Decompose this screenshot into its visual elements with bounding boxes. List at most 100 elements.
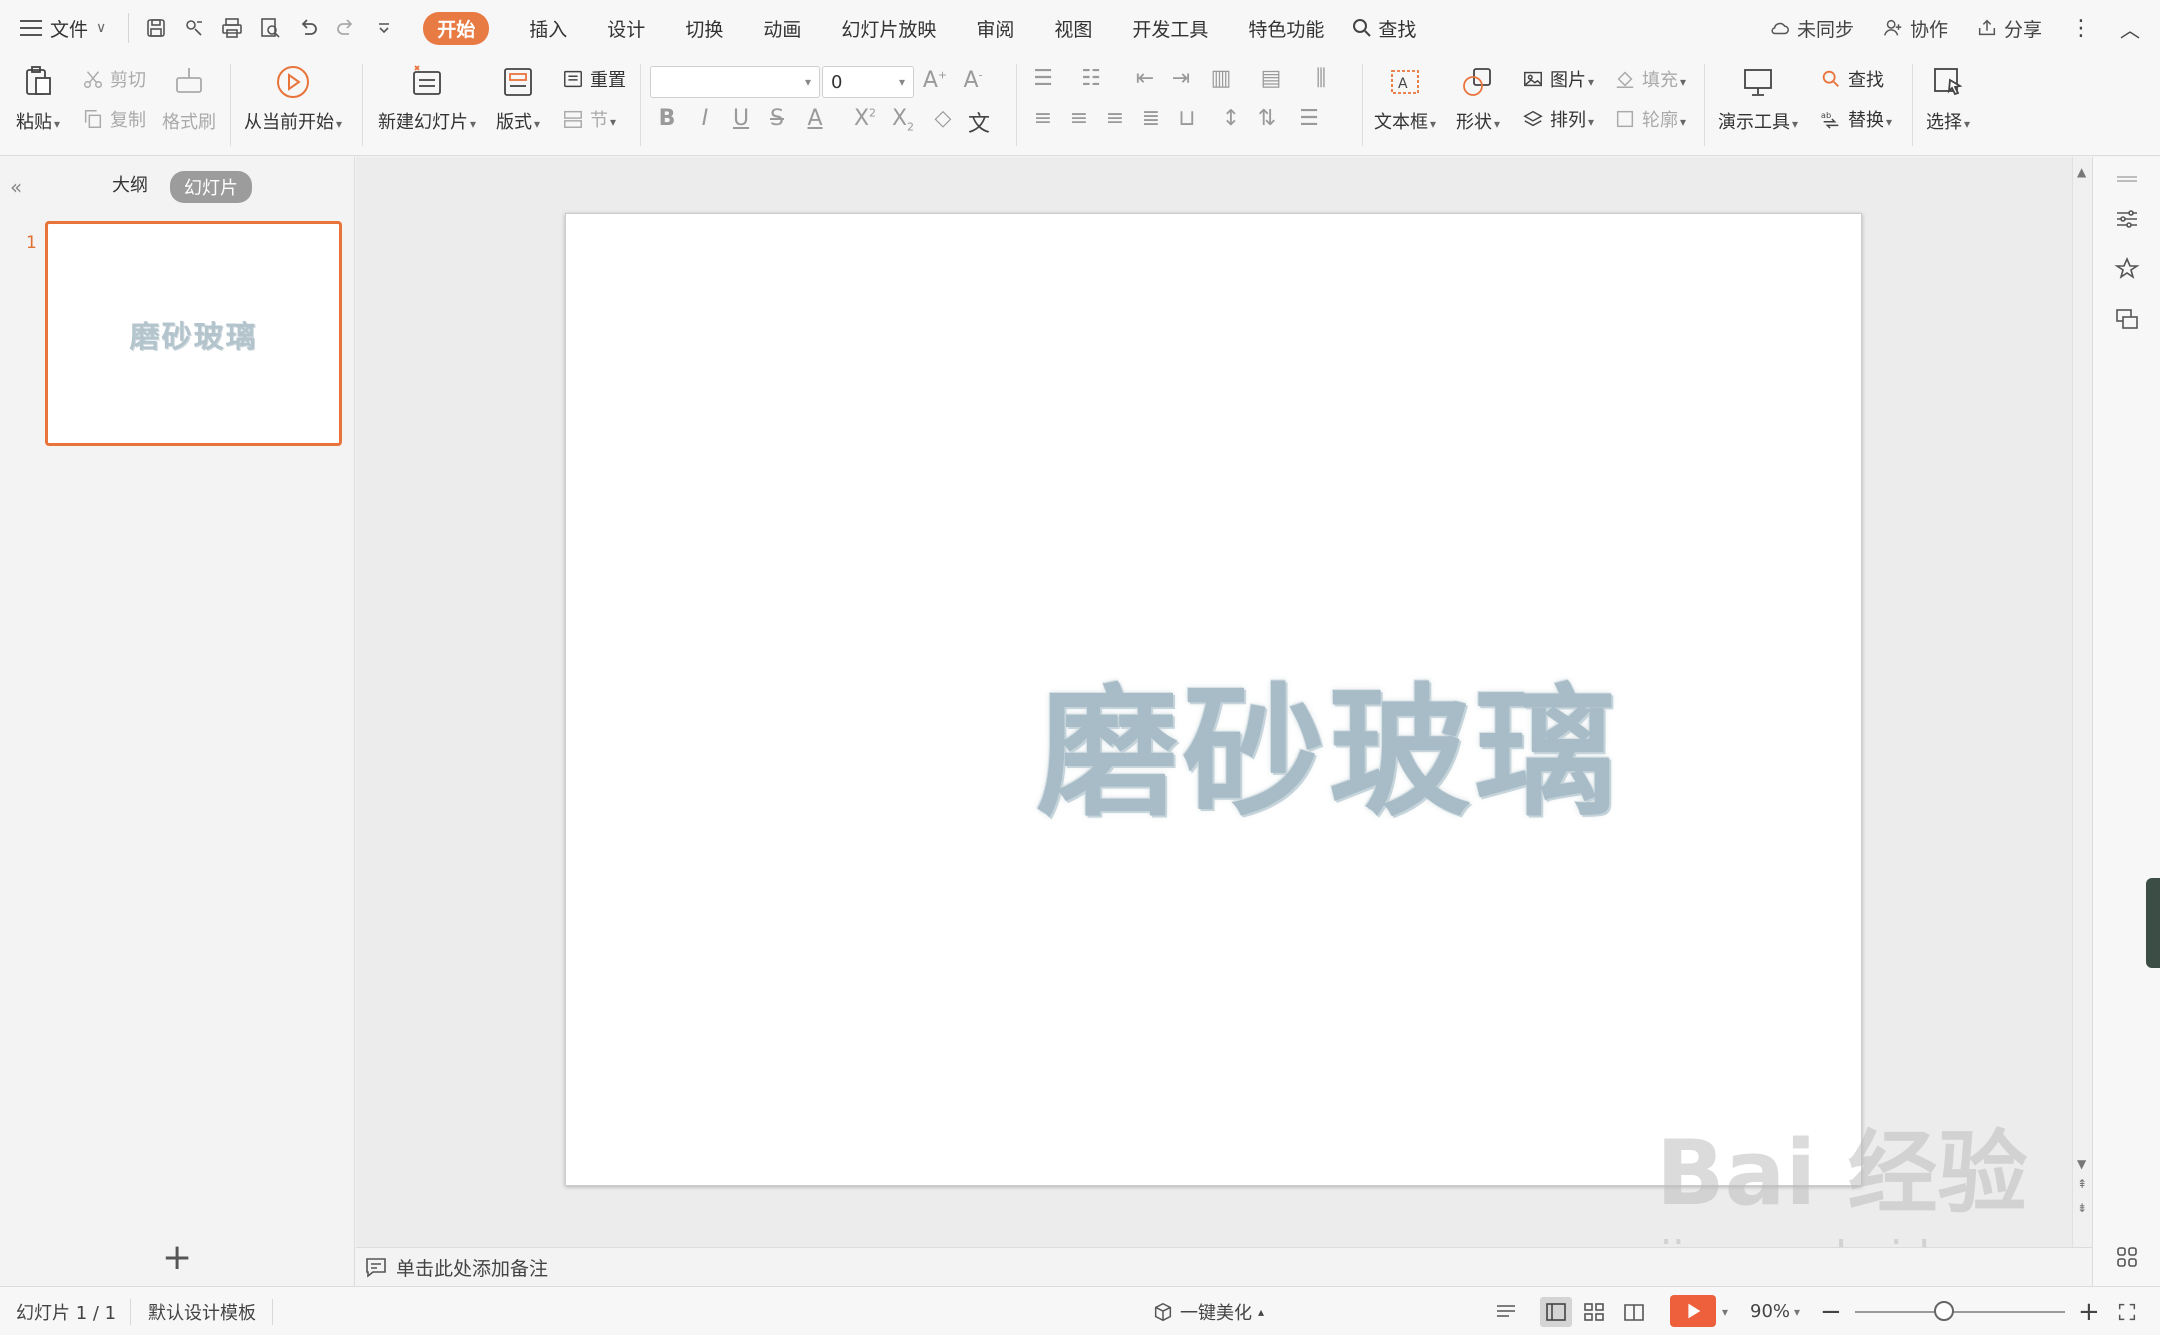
add-slide-icon[interactable]: + [162,1237,192,1278]
bullet-list-icon[interactable]: ☰ [1028,66,1058,91]
italic-icon[interactable]: I [690,106,720,131]
slide-title[interactable]: 磨砂玻璃 [566,214,1861,1185]
zoom-slider-handle[interactable] [1934,1301,1954,1321]
font-family-select[interactable]: ▾ [650,66,820,98]
side-widget[interactable] [2146,878,2160,968]
picture-button[interactable]: 图片 [1522,66,1594,92]
normal-view-icon[interactable] [1540,1297,1572,1327]
decrease-font-icon[interactable]: A- [958,68,988,93]
settings-sliders-icon[interactable] [2113,205,2141,233]
tab-animations[interactable]: 动画 [743,0,821,56]
slide-sorter-icon[interactable] [1578,1297,1610,1327]
scroll-down-icon[interactable]: ▼ [2077,1157,2086,1171]
notes-bar[interactable]: 单击此处添加备注 [356,1247,2092,1286]
design-template[interactable]: 默认设计模板 [148,1287,256,1335]
scroll-up-icon[interactable]: ▲ [2077,165,2086,179]
tab-special-features[interactable]: 特色功能 [1228,0,1344,56]
text-direction-icon[interactable]: ▤ [1256,66,1286,91]
file-menu[interactable]: 文件 ∨ [0,0,120,56]
shape-button[interactable]: 形状 [1456,62,1500,134]
columns-icon[interactable]: ▥ [1206,66,1236,91]
align-center-icon[interactable]: ≡ [1064,106,1094,131]
arrange-button[interactable]: 排列 [1522,106,1594,132]
play-from-current-button[interactable]: 从当前开始 [244,62,342,134]
collapse-panel-icon[interactable]: « [10,175,22,199]
print-icon[interactable] [213,8,251,48]
align-left-icon[interactable]: ≡ [1028,106,1058,131]
tab-design[interactable]: 设计 [587,0,665,56]
zoom-select[interactable]: 90% ▾ [1750,1287,1800,1335]
zoom-slider[interactable] [1855,1311,2065,1313]
notes-view-icon[interactable] [1490,1297,1522,1327]
fill-button[interactable]: 填充 [1614,66,1686,92]
vertical-scrollbar[interactable]: ▲ ▼ ⇞ ⇟ [2072,157,2092,1247]
layout-button[interactable]: 版式 [496,62,540,134]
next-slide-icon[interactable]: ⇟ [2077,1201,2087,1215]
new-slide-button[interactable]: 新建幻灯片 [378,62,476,134]
slide[interactable]: 磨砂玻璃 [565,213,1862,1186]
play-slideshow-button[interactable] [1670,1295,1716,1327]
share-button[interactable]: 分享 [1962,15,2056,42]
section-button[interactable]: 节 [562,106,616,132]
tab-outline[interactable]: 大纲 [112,171,148,197]
strikethrough-icon[interactable]: S [762,106,792,131]
clear-format-icon[interactable]: ◇ [928,106,958,131]
tab-transitions[interactable]: 切换 [665,0,743,56]
paste-button[interactable]: 粘贴 [16,62,60,134]
sync-slides-icon[interactable] [2113,305,2141,333]
align-right-icon[interactable]: ≡ [1100,106,1130,131]
bold-icon[interactable]: B [652,106,682,131]
collaborate-button[interactable]: 协作 [1868,15,1962,42]
text-transform-icon[interactable]: 文 [964,106,994,138]
paragraph-spacing-icon[interactable]: ⇅ [1252,106,1282,131]
tab-review[interactable]: 审阅 [956,0,1034,56]
paragraph-settings-icon[interactable]: ☰ [1294,106,1324,131]
sync-status[interactable]: 未同步 [1755,15,1868,42]
find-button[interactable]: 查找 [1820,66,1884,92]
font-color-icon[interactable]: A [800,106,830,131]
align-text-icon[interactable]: ⫼ [1306,66,1336,91]
tab-view[interactable]: 视图 [1034,0,1112,56]
replace-button[interactable]: ab 替换 [1820,106,1892,132]
line-spacing-icon[interactable]: ↕ [1216,106,1246,131]
beautify-button[interactable]: 一键美化 ▴ [1152,1287,1264,1335]
cut-button[interactable]: 剪切 [82,66,146,92]
tab-developer[interactable]: 开发工具 [1112,0,1228,56]
format-painter-button[interactable]: 格式刷 [162,62,216,134]
collapse-ribbon-icon[interactable]: ︿ [2106,14,2160,43]
zoom-out-icon[interactable]: − [1820,1287,1842,1335]
slide-thumbnail[interactable]: 磨砂玻璃 [45,221,342,446]
tab-slideshow[interactable]: 幻灯片放映 [821,0,956,56]
save-icon[interactable] [137,8,175,48]
prev-slide-icon[interactable]: ⇞ [2077,1177,2087,1191]
increase-font-icon[interactable]: A+ [920,68,950,93]
reset-button[interactable]: 重置 [562,66,626,92]
tab-slides[interactable]: 幻灯片 [170,171,252,203]
increase-indent-icon[interactable]: ⇥ [1166,66,1196,91]
copy-button[interactable]: 复制 [82,106,146,132]
customize-toolbar-icon[interactable] [365,8,403,48]
subscript-icon[interactable]: X2 [888,106,918,133]
distribute-icon[interactable]: ⊔ [1172,106,1202,131]
tab-home[interactable]: 开始 [403,0,509,56]
presenter-tools-button[interactable]: 演示工具 [1718,62,1798,134]
reading-view-icon[interactable] [1618,1297,1650,1327]
star-icon[interactable] [2113,255,2141,283]
underline-icon[interactable]: U [726,106,756,131]
outline-button[interactable]: 轮廓 [1614,106,1686,132]
search-tab[interactable]: 查找 [1344,0,1436,56]
font-size-select[interactable]: 0 ▾ [822,66,914,98]
textbox-button[interactable]: A 文本框 [1374,62,1436,134]
fit-window-icon[interactable] [2116,1287,2138,1335]
undo-icon[interactable] [289,8,327,48]
decrease-indent-icon[interactable]: ⇤ [1130,66,1160,91]
zoom-in-icon[interactable]: + [2078,1287,2100,1335]
numbered-list-icon[interactable]: ☷ [1076,66,1106,91]
print-preview-icon[interactable] [251,8,289,48]
select-button[interactable]: 选择 [1926,62,1970,134]
format-icon[interactable] [175,8,213,48]
redo-icon[interactable] [327,8,365,48]
justify-icon[interactable]: ≣ [1136,106,1166,131]
apps-grid-icon[interactable] [2113,1243,2141,1271]
more-icon[interactable]: ⋮ [2056,16,2106,41]
